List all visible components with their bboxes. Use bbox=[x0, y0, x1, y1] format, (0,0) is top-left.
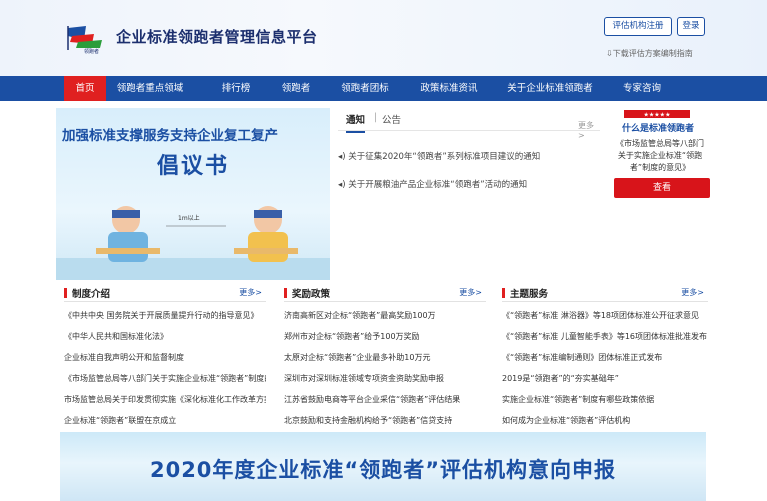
more-link[interactable]: 更多> bbox=[239, 287, 262, 298]
site-logo[interactable]: 领跑者 bbox=[64, 22, 110, 56]
notice-item[interactable]: ◂) 关于征集2020年“领跑者”系列标准项目建议的通知 bbox=[338, 150, 540, 162]
notice-panel: 通知 | 公告 更多> ◂) 关于征集2020年“领跑者”系列标准项目建议的通知… bbox=[338, 108, 600, 280]
accent-bar bbox=[502, 288, 505, 298]
speaker-icon: ◂) bbox=[338, 180, 346, 190]
download-icon: ⇩ bbox=[606, 49, 613, 58]
list-item[interactable]: 《市场监管总局等八部门关于实施企业标准“领跑者”制度的意见》 bbox=[64, 373, 266, 384]
list-item[interactable]: 企业标准“领跑者”联盟在京成立 bbox=[64, 415, 266, 426]
list-item[interactable]: 太原对企标“领跑者”企业最多补助10万元 bbox=[284, 352, 486, 363]
application-banner[interactable]: 2020年度企业标准“领跑者”评估机构意向申报 bbox=[60, 432, 706, 501]
tab-separator: | bbox=[374, 112, 378, 123]
nav-item-home[interactable]: 首页 bbox=[64, 76, 106, 101]
column-title: 主题服务 bbox=[510, 289, 549, 300]
list-item[interactable]: 如何成为企业标准“领跑者”评估机构 bbox=[502, 415, 708, 426]
list-item[interactable]: 郑州市对企标“领跑者”给予100万奖励 bbox=[284, 331, 486, 342]
notice-item[interactable]: ◂) 关于开展粮油产品企业标准“领跑者”活动的通知 bbox=[338, 178, 527, 190]
banner-illustration bbox=[56, 206, 330, 280]
login-button[interactable]: 登录 bbox=[677, 17, 705, 36]
list-item[interactable]: 市场监管总局关于印发贯彻实施《深化标准化工作改革方案》 bbox=[64, 394, 266, 405]
more-link[interactable]: 更多> bbox=[681, 287, 704, 298]
list-item[interactable]: 2019是“领跑者”的“夯实基础年” bbox=[502, 373, 708, 384]
distance-sign: 1m以上 bbox=[178, 215, 200, 222]
accent-bar bbox=[284, 288, 287, 298]
nav-item-leaders[interactable]: 领跑者 bbox=[272, 76, 320, 101]
list-item[interactable]: 《中华人民共和国标准化法》 bbox=[64, 331, 266, 342]
header: 领跑者 企业标准领跑者管理信息平台 评估机构注册 登录 ⇩下载评估方案编制指南 bbox=[0, 0, 767, 76]
nav-item-group-standards[interactable]: 领跑者团标 bbox=[330, 76, 400, 101]
list-item[interactable]: 济南高新区对企标“领跑者”最高奖励100万 bbox=[284, 310, 486, 321]
download-guide-link[interactable]: ⇩下载评估方案编制指南 bbox=[606, 48, 693, 59]
logo-caption: 领跑者 bbox=[84, 49, 100, 55]
column-header: 奖励政策 更多> bbox=[284, 284, 486, 302]
main-nav: 首页 领跑者重点领域 排行榜 领跑者 领跑者团标 政策标准资讯 关于企业标准领跑… bbox=[0, 76, 767, 101]
tab-announcement[interactable]: 公告 bbox=[382, 112, 401, 126]
nav-item-expert[interactable]: 专家咨询 bbox=[614, 76, 670, 101]
view-button[interactable]: 查看 bbox=[614, 178, 710, 198]
speaker-icon: ◂) bbox=[338, 152, 346, 162]
column-header: 制度介绍 更多> bbox=[64, 284, 266, 302]
nav-item-about[interactable]: 关于企业标准领跑者 bbox=[500, 76, 600, 101]
nav-item-key-fields[interactable]: 领跑者重点领域 bbox=[108, 76, 192, 101]
svg-text:★★★★★: ★★★★★ bbox=[644, 112, 671, 119]
stars-banner-icon: ★★★★★ bbox=[624, 110, 690, 118]
list-item[interactable]: 《“领跑者”标准 淋浴器》等18项团体标准公开征求意见 bbox=[502, 310, 708, 321]
more-link[interactable]: 更多> bbox=[459, 287, 482, 298]
side-description[interactable]: 《市场监管总局等八部门关于实施企业标准“领跑者”制度的意见》 bbox=[614, 138, 706, 174]
list-item[interactable]: 江苏省鼓励电商等平台企业采信“领跑者”评估结果 bbox=[284, 394, 486, 405]
list-item[interactable]: 北京鼓励和支持金融机构给予“领跑者”信贷支持 bbox=[284, 415, 486, 426]
column-title: 制度介绍 bbox=[72, 289, 111, 300]
column-header: 主题服务 更多> bbox=[502, 284, 708, 302]
list-item[interactable]: 深圳市对深圳标准领域专项资金资助奖励申报 bbox=[284, 373, 486, 384]
list-item[interactable]: 《“领跑者”标准编制通则》团体标准正式发布 bbox=[502, 352, 708, 363]
nav-item-policy-news[interactable]: 政策标准资讯 bbox=[412, 76, 486, 101]
reward-policy-column: 奖励政策 更多> 济南高新区对企标“领跑者”最高奖励100万 郑州市对企标“领跑… bbox=[284, 284, 486, 429]
nav-item-ranking[interactable]: 排行榜 bbox=[208, 76, 264, 101]
site-title: 企业标准领跑者管理信息平台 bbox=[116, 28, 318, 46]
register-button[interactable]: 评估机构注册 bbox=[604, 17, 672, 36]
accent-bar bbox=[64, 288, 67, 298]
list-item[interactable]: 实施企业标准“领跑者”制度有哪些政策依据 bbox=[502, 394, 708, 405]
side-title: 什么是标准领跑者 bbox=[621, 124, 694, 134]
application-banner-title: 2020年度企业标准“领跑者”评估机构意向申报 bbox=[149, 458, 617, 482]
hero-banner[interactable]: 加强标准支撑服务支持企业复工复产 倡议书 1m以上 bbox=[56, 108, 330, 280]
column-title: 奖励政策 bbox=[292, 289, 331, 300]
theme-service-column: 主题服务 更多> 《“领跑者”标准 淋浴器》等18项团体标准公开征求意见 《“领… bbox=[502, 284, 708, 429]
list-item[interactable]: 企业标准自我声明公开和监督制度 bbox=[64, 352, 266, 363]
divider bbox=[338, 130, 600, 131]
system-intro-column: 制度介绍 更多> 《中共中央 国务院关于开展质量提升行动的指导意见》 《中华人民… bbox=[64, 284, 266, 429]
list-item[interactable]: 《中共中央 国务院关于开展质量提升行动的指导意见》 bbox=[64, 310, 266, 321]
list-item[interactable]: 《“领跑者”标准 儿童智能手表》等16项团体标准批准发布 bbox=[502, 331, 708, 342]
what-is-leader-panel: ★★★★★ 什么是标准领跑者 《市场监管总局等八部门关于实施企业标准“领跑者”制… bbox=[606, 108, 710, 280]
